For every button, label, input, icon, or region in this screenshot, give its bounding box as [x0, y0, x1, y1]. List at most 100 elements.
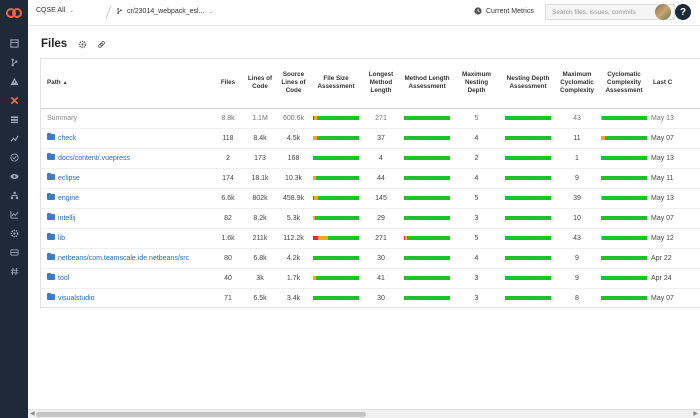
time-selector[interactable]: Current Metrics [474, 7, 534, 15]
column-header-nesting-depth-assessment[interactable]: Nesting Depth Assessment [499, 59, 557, 109]
table-row[interactable]: eclipse 174 18.1k 10.3k 44 4 9 May 11 [41, 168, 700, 189]
column-header-max-nesting-depth[interactable]: Maximum Nesting Depth [454, 59, 499, 109]
link-icon[interactable] [97, 40, 106, 49]
assessment-bar[interactable] [601, 195, 647, 200]
column-header-last-change[interactable]: Last C [651, 59, 700, 109]
assessment-bar[interactable] [601, 175, 647, 180]
assessment-bar[interactable] [505, 235, 551, 240]
table-row[interactable]: check 118 8.4k 4.5k 37 4 11 May 07 [41, 128, 700, 149]
column-header-max-cyclomatic-complexity[interactable]: Maximum Cyclomatic Complexity [557, 59, 597, 109]
column-header-method-length-assessment[interactable]: Method Length Assessment [400, 59, 454, 109]
table-row[interactable]: lib 1.6k 211k 112.2k 271 5 43 May 12 [41, 228, 700, 249]
column-header-longest-method-length[interactable]: Longest Method Length [362, 59, 400, 109]
scroll-right-icon[interactable]: ▶ [693, 410, 698, 417]
check-icon[interactable] [8, 151, 20, 163]
assessment-bar[interactable] [505, 275, 551, 280]
tools-icon[interactable] [8, 94, 20, 106]
summary-row[interactable]: Summary 8.8k 1.1M 600.6k 271 5 43 May 13 [41, 108, 700, 129]
assessment-bar[interactable] [313, 255, 359, 260]
warning-icon[interactable] [8, 75, 20, 87]
path-link[interactable]: netbeans/com.teamscale.ide.netbeans/src [58, 255, 189, 262]
horizontal-scrollbar[interactable]: ◀ ▶ [28, 409, 700, 418]
path-link[interactable]: check [58, 135, 76, 142]
help-icon[interactable]: ? [675, 4, 691, 20]
path-link[interactable]: docs/content/.vuepress [58, 155, 130, 162]
table-row[interactable]: engine 6.6k 802k 458.9k 145 5 39 May 13 [41, 188, 700, 209]
assessment-bar[interactable] [404, 115, 450, 120]
assessment-bar[interactable] [505, 215, 551, 220]
assessment-bar[interactable] [505, 155, 551, 160]
assessment-bar[interactable] [601, 275, 647, 280]
column-header-cyclomatic-complexity-assessment[interactable]: Cyclomatic Complexity Assessment [597, 59, 651, 109]
table-row[interactable]: visualstudio 71 6.5k 3.4k 30 3 8 May 07 [41, 288, 700, 307]
assessment-bar[interactable] [313, 295, 359, 300]
column-header-file-size-assessment[interactable]: File Size Assessment [310, 59, 362, 109]
assessment-bar[interactable] [404, 215, 450, 220]
assessment-bar[interactable] [404, 295, 450, 300]
assessment-bar[interactable] [601, 115, 647, 120]
assessment-bar[interactable] [313, 275, 359, 280]
assessment-bar[interactable] [601, 135, 647, 140]
assessment-bar[interactable] [505, 195, 551, 200]
path-link[interactable]: visualstudio [58, 295, 95, 302]
assessment-bar[interactable] [505, 255, 551, 260]
teamscale-logo[interactable] [6, 6, 22, 20]
path-link[interactable]: lib [58, 235, 65, 242]
project-selector[interactable]: CQSE All ⌄ [36, 7, 74, 14]
chart-icon[interactable] [8, 208, 20, 220]
trend-icon[interactable] [8, 132, 20, 144]
assessment-bar[interactable] [313, 175, 359, 180]
path-link[interactable]: engine [58, 195, 79, 202]
assessment-bar-cell [499, 168, 557, 189]
scrollbar-thumb[interactable] [36, 412, 366, 417]
assessment-bar[interactable] [404, 275, 450, 280]
gear-icon[interactable] [78, 40, 87, 49]
assessment-bar[interactable] [404, 155, 450, 160]
column-header-files[interactable]: Files [213, 59, 243, 109]
assessment-bar[interactable] [313, 135, 359, 140]
archive-icon[interactable] [8, 246, 20, 258]
table-row[interactable]: tool 40 3k 1.7k 41 3 9 Apr 24 [41, 268, 700, 289]
table-row[interactable]: intellij 82 8.2k 5.3k 29 3 10 May 07 [41, 208, 700, 229]
path-cell: Summary [41, 108, 213, 129]
table-row[interactable]: docs/content/.vuepress 2 173 168 4 2 1 May 13 [41, 148, 700, 169]
assessment-bar[interactable] [313, 115, 359, 120]
path-link[interactable]: eclipse [58, 175, 80, 182]
assessment-bar[interactable] [505, 295, 551, 300]
assessment-bar[interactable] [505, 135, 551, 140]
assessment-bar[interactable] [404, 235, 450, 240]
assessment-bar[interactable] [505, 175, 551, 180]
assessment-bar[interactable] [313, 215, 359, 220]
user-avatar[interactable] [655, 4, 671, 20]
branch-icon[interactable] [8, 56, 20, 68]
branch-selector[interactable]: cr/23014_webpack_esl... ⌄ [116, 7, 213, 15]
assessment-bar[interactable] [404, 195, 450, 200]
scroll-left-icon[interactable]: ◀ [30, 410, 35, 417]
assessment-bar[interactable] [601, 255, 647, 260]
assessment-bar[interactable] [601, 155, 647, 160]
gear-icon[interactable] [8, 227, 20, 239]
assessment-bar[interactable] [601, 295, 647, 300]
column-header-path[interactable]: Path ▲ [41, 59, 213, 109]
assessment-bar[interactable] [313, 235, 359, 240]
mcc-cell: 1 [557, 148, 597, 169]
assessment-bar[interactable] [601, 235, 647, 240]
column-header-sloc[interactable]: Source Lines of Code [277, 59, 310, 109]
table-row[interactable]: netbeans/com.teamscale.ide.netbeans/src 8… [41, 248, 700, 269]
eye-icon[interactable] [8, 170, 20, 182]
assessment-bar[interactable] [404, 175, 450, 180]
assessment-bar[interactable] [404, 255, 450, 260]
assessment-bar[interactable] [404, 135, 450, 140]
list-icon[interactable] [8, 113, 20, 125]
path-link[interactable]: tool [58, 275, 69, 282]
path-link[interactable]: intellij [58, 215, 76, 222]
assessment-bar[interactable] [505, 115, 551, 120]
assessment-bar[interactable] [313, 155, 359, 160]
dashboard-icon[interactable] [8, 37, 20, 49]
assessment-bar[interactable] [601, 215, 647, 220]
column-header-loc[interactable]: Lines of Code [243, 59, 277, 109]
assessment-segment-green [505, 255, 551, 260]
hierarchy-icon[interactable] [8, 189, 20, 201]
hash-icon[interactable] [8, 265, 20, 277]
assessment-bar[interactable] [313, 195, 359, 200]
